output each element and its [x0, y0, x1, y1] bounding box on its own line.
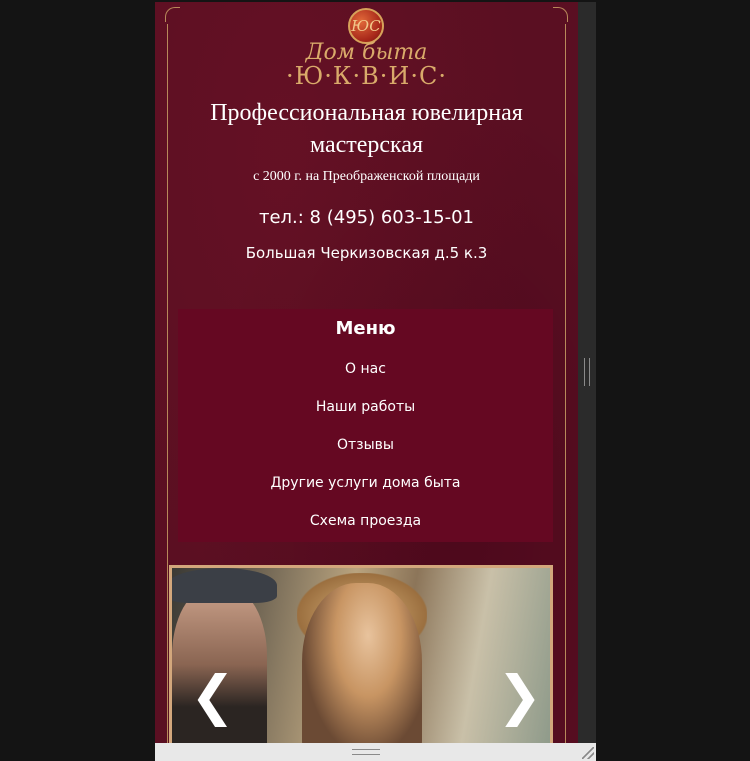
page-title: Профессиональная ювелирная мастерская: [210, 100, 523, 158]
page-subtitle: с 2000 г. на Преображенской площади: [253, 169, 480, 184]
frame-border-left: [167, 24, 168, 743]
vertical-scrollbar[interactable]: [578, 2, 596, 743]
chevron-left-icon[interactable]: ❮: [190, 666, 235, 726]
logo-monogram: ЮС: [348, 8, 384, 44]
mobile-viewport: ЮС Дом быта ·Ю·К·В·И·С· Профессиональная…: [155, 2, 578, 743]
main-menu: Меню О нас Наши работы Отзывы Другие усл…: [178, 309, 553, 542]
horizontal-scrollbar[interactable]: [155, 743, 596, 761]
slide-photo-woman: [302, 583, 422, 743]
resize-corner-icon[interactable]: [582, 747, 594, 759]
vertical-resize-grip-icon[interactable]: [584, 358, 590, 386]
menu-item-about[interactable]: О нас: [178, 361, 553, 377]
horizontal-resize-grip-icon[interactable]: [352, 749, 380, 755]
menu-item-reviews[interactable]: Отзывы: [178, 437, 553, 453]
logo-brand-text: ·Ю·К·В·И·С·: [286, 62, 447, 90]
menu-item-directions[interactable]: Схема проезда: [178, 513, 553, 529]
site-logo[interactable]: ЮС Дом быта ·Ю·К·В·И·С·: [155, 2, 578, 97]
phone-number[interactable]: тел.: 8 (495) 603-15-01: [175, 207, 558, 228]
chevron-right-icon[interactable]: ❯: [497, 666, 542, 726]
frame-border-right: [565, 24, 566, 743]
menu-item-other-services[interactable]: Другие услуги дома быта: [178, 475, 553, 491]
address-text: Большая Черкизовская д.5 к.3: [245, 244, 488, 262]
image-slider: ❮ ❯: [169, 565, 553, 743]
menu-item-our-works[interactable]: Наши работы: [178, 399, 553, 415]
menu-heading: Меню: [335, 318, 396, 339]
slide-photo-hat: [172, 568, 277, 603]
